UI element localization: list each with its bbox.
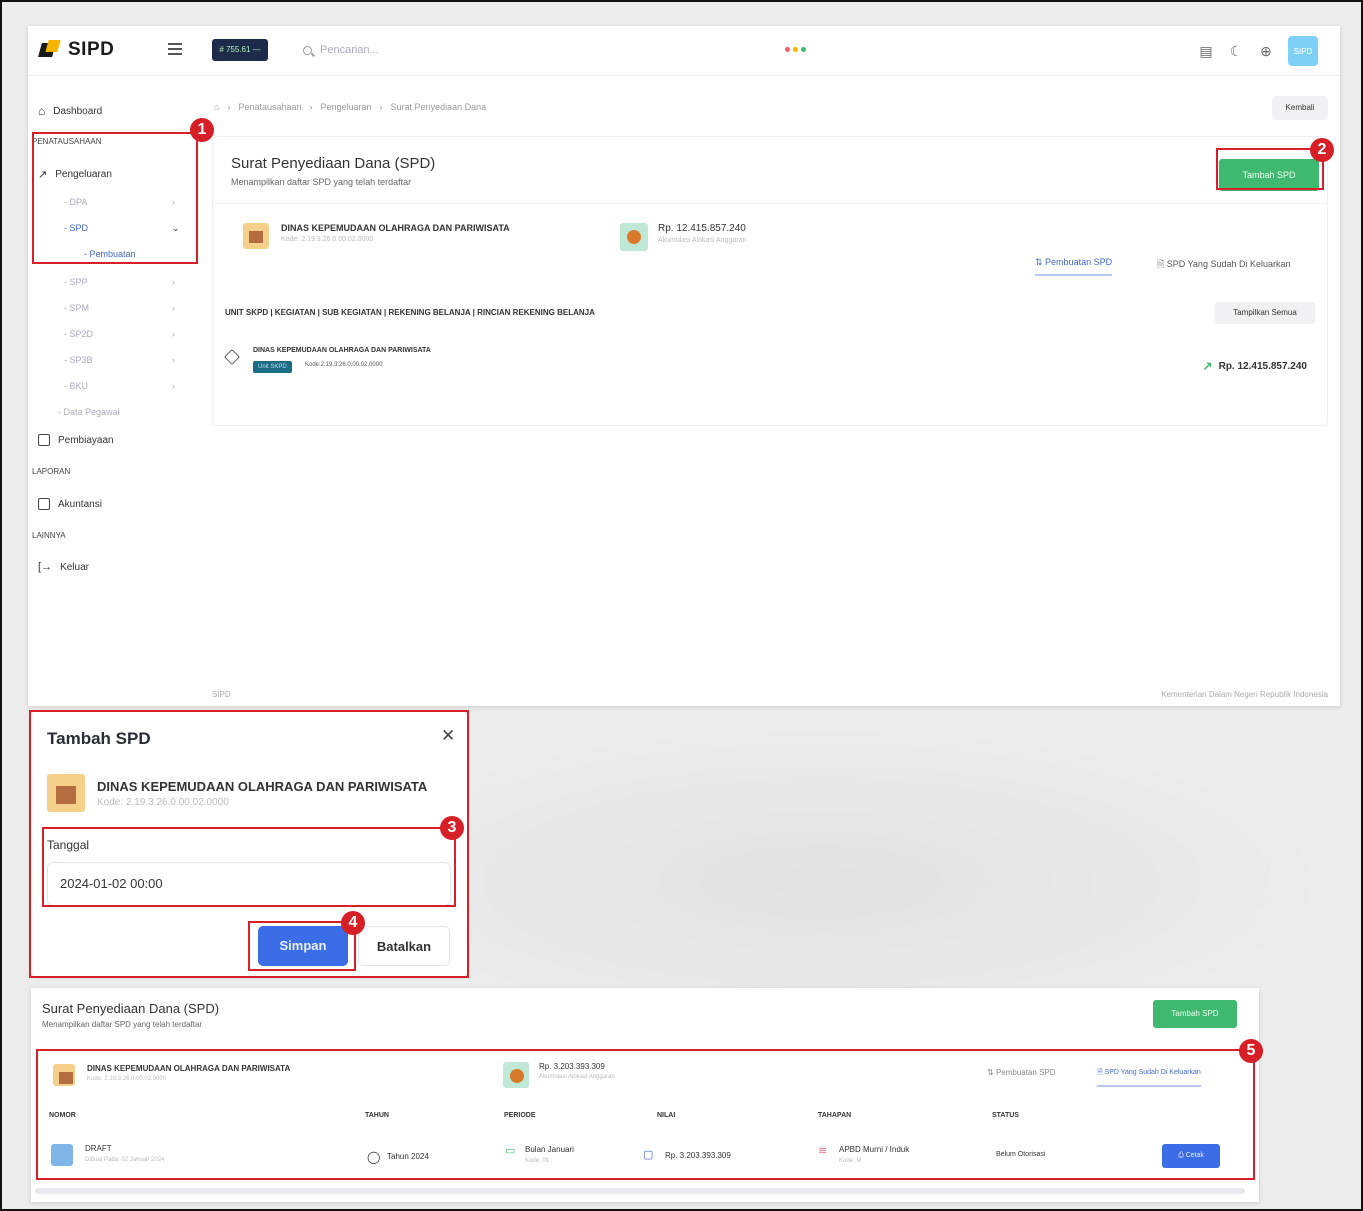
breadcrumb-item[interactable]: Penatausahaan bbox=[238, 102, 301, 112]
sidebar-sub-sp3b[interactable]: - SP3B bbox=[64, 355, 93, 365]
year-badge[interactable]: # 755.61 — bbox=[212, 39, 268, 61]
spd-card: Surat Penyediaan Dana (SPD) Menampilkan … bbox=[212, 136, 1328, 426]
status-dots bbox=[785, 47, 806, 52]
annotation-number: 5 bbox=[1239, 1039, 1263, 1063]
sipd-logo[interactable]: SIPD bbox=[38, 38, 115, 62]
topbar-icons: ▤ ☾ ⊕ SIPD bbox=[1198, 36, 1318, 66]
building-icon bbox=[243, 223, 269, 249]
chevron-right-icon: › bbox=[172, 277, 175, 287]
horizontal-scrollbar[interactable] bbox=[35, 1188, 1245, 1194]
org-info: DINAS KEPEMUDAAN OLAHRAGA DAN PARIWISATA… bbox=[243, 223, 510, 249]
annotation-number: 1 bbox=[190, 118, 214, 142]
annotation-number: 2 bbox=[1310, 138, 1334, 162]
sidebar-item-dashboard[interactable]: ⌂ Dashboard bbox=[38, 104, 102, 118]
sidebar-sub-sp2d[interactable]: - SP2D bbox=[64, 329, 93, 339]
unit-badge: Unit SKPD bbox=[253, 361, 292, 373]
panel-title: Surat Penyediaan Dana (SPD) bbox=[42, 1001, 220, 1016]
sidebar-sub-data-pegawai[interactable]: - Data Pegawai bbox=[58, 407, 120, 417]
amount-info: Rp. 12.415.857.240 Akumulasi Alokasi Ang… bbox=[620, 223, 746, 251]
chevron-right-icon: › bbox=[172, 329, 175, 339]
annotation-box-1 bbox=[32, 132, 198, 264]
search-input[interactable]: Pencarian... bbox=[293, 34, 793, 66]
sidebar-item-keluar[interactable]: [→ Keluar bbox=[38, 561, 89, 573]
chevron-right-icon: › bbox=[172, 303, 175, 313]
tab-spd-dikeluarkan[interactable]: 🗎 SPD Yang Sudah Di Keluarkan bbox=[1157, 257, 1291, 273]
logo-icon bbox=[38, 38, 62, 62]
breadcrumb: ⌂ › Penatausahaan › Pengeluaran › Surat Pen… bbox=[214, 102, 487, 112]
kembali-button[interactable]: Kembali bbox=[1272, 96, 1328, 120]
breadcrumb-item[interactable]: Pengeluaran bbox=[321, 102, 372, 112]
sidebar-item-akuntansi[interactable]: Akuntansi bbox=[38, 498, 102, 510]
footer-left: SIPD bbox=[212, 690, 231, 699]
background-map bbox=[470, 720, 1350, 990]
chevron-right-icon: › bbox=[172, 355, 175, 365]
tab-pembuatan-spd[interactable]: ⇅ Pembuatan SPD bbox=[1035, 257, 1113, 276]
logout-icon: [→ bbox=[38, 561, 53, 573]
panel-subtitle: Menampilkan daftar SPD yang telah terdaf… bbox=[42, 1020, 203, 1029]
page-subtitle: Menampilkan daftar SPD yang telah terdaf… bbox=[231, 177, 412, 187]
tambah-spd-button[interactable]: Tambah SPD bbox=[1153, 1000, 1237, 1028]
sidebar-sub-spm[interactable]: - SPM bbox=[64, 303, 89, 313]
menu-toggle-icon[interactable] bbox=[168, 43, 182, 55]
tampilkan-semua-button[interactable]: Tampilkan Semua bbox=[1215, 302, 1315, 324]
avatar[interactable]: SIPD bbox=[1288, 36, 1318, 66]
layout-icon[interactable]: ▤ bbox=[1198, 43, 1214, 59]
sidebar-item-pembiayaan[interactable]: Pembiayaan bbox=[38, 434, 114, 446]
wallet-icon bbox=[620, 223, 648, 251]
annotation-number: 3 bbox=[440, 816, 464, 840]
top-bar: SIPD # 755.61 — Pencarian... ▤ ☾ ⊕ SIPD bbox=[28, 26, 1340, 76]
footer-right: Kementerian Dalam Negeri Republik Indone… bbox=[1161, 690, 1328, 699]
search-placeholder: Pencarian... bbox=[320, 44, 379, 56]
cube-icon bbox=[224, 349, 240, 365]
annotation-box-4 bbox=[248, 921, 356, 971]
sipd-app-window: SIPD # 755.61 — Pencarian... ▤ ☾ ⊕ SIPD … bbox=[28, 26, 1340, 706]
page-title: Surat Penyediaan Dana (SPD) bbox=[231, 155, 436, 172]
sidebar-sub-bku[interactable]: - BKU bbox=[64, 381, 88, 391]
annotation-box-5 bbox=[36, 1049, 1255, 1180]
sidebar-sub-spp[interactable]: - SPP bbox=[64, 277, 88, 287]
calendar-icon bbox=[38, 434, 50, 446]
chevron-right-icon: › bbox=[172, 381, 175, 391]
trend-up-icon: ↗ bbox=[1202, 359, 1213, 373]
annotation-number: 4 bbox=[341, 911, 365, 935]
document-icon bbox=[38, 498, 50, 510]
unit-total: ↗ Rp. 12.415.857.240 bbox=[1202, 359, 1307, 373]
unit-row[interactable]: DINAS KEPEMUDAAN OLAHRAGA DAN PARIWISATA… bbox=[224, 342, 1321, 392]
globe-icon[interactable]: ⊕ bbox=[1258, 43, 1274, 59]
annotation-box-2 bbox=[1216, 148, 1324, 190]
unit-header: UNIT SKPD | KEGIATAN | SUB KEGIATAN | RE… bbox=[225, 308, 595, 317]
breadcrumb-item[interactable]: Surat Penyediaan Dana bbox=[391, 102, 487, 112]
home-icon[interactable]: ⌂ bbox=[214, 102, 219, 112]
section-lainnya: LAINNYA bbox=[32, 531, 66, 540]
moon-icon[interactable]: ☾ bbox=[1228, 43, 1244, 59]
search-icon bbox=[303, 45, 312, 55]
logo-text: SIPD bbox=[68, 39, 115, 60]
annotation-box-3 bbox=[42, 827, 456, 907]
home-icon: ⌂ bbox=[38, 104, 46, 118]
section-laporan: LAPORAN bbox=[32, 467, 71, 476]
